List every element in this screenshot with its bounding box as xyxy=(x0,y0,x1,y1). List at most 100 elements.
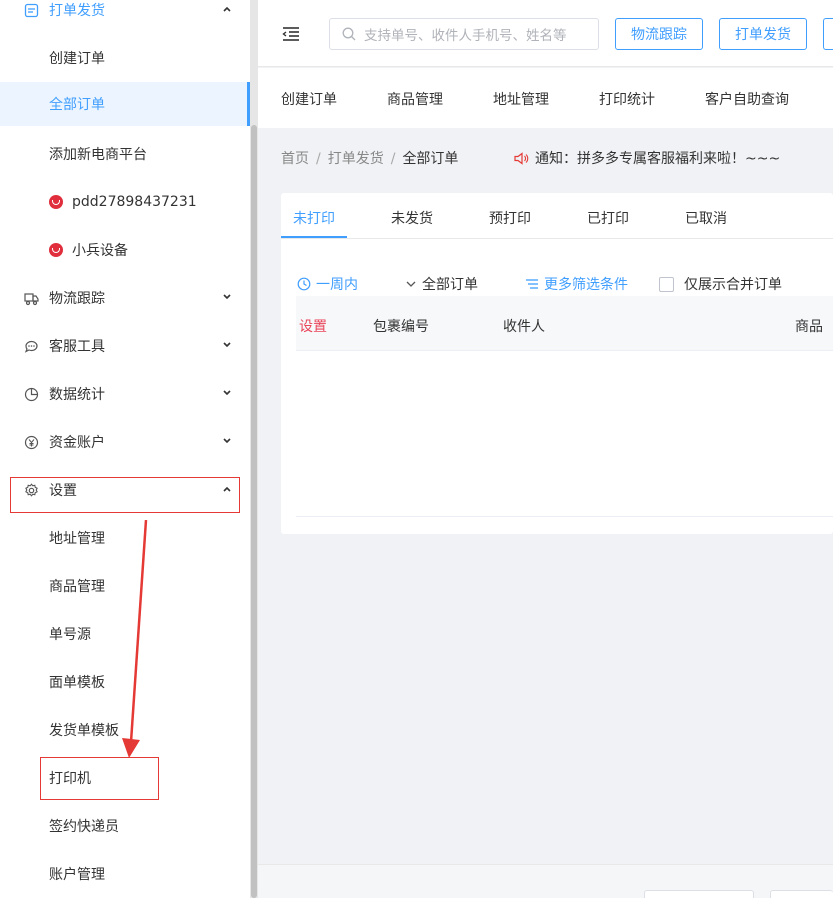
chevron-down-icon xyxy=(406,281,416,287)
th-recipient: 收件人 xyxy=(503,319,545,335)
tab-preprint[interactable]: 预打印 xyxy=(489,208,531,228)
sidebar-item-label: 物流跟踪 xyxy=(49,291,105,307)
search-input[interactable]: 支持单号、收件人手机号、姓名等 xyxy=(329,18,599,50)
table-header: 设置 包裹编号 收件人 商品 xyxy=(296,296,833,351)
sidebar-item-label: 地址管理 xyxy=(49,531,105,547)
clock-icon xyxy=(297,277,311,291)
topnav-goods[interactable]: 商品管理 xyxy=(387,89,443,109)
annotation-box-settings xyxy=(10,477,240,513)
search-icon xyxy=(342,27,356,41)
sidebar-item-funds[interactable]: 资金账户 xyxy=(0,418,250,466)
annotation-box-printer xyxy=(40,757,159,800)
footer-button-1[interactable] xyxy=(644,890,754,898)
table-settings-link[interactable]: 设置 xyxy=(299,316,327,336)
footer-action-bar xyxy=(258,864,833,898)
sidebar-item-label: 数据统计 xyxy=(49,387,105,403)
merged-only-checkbox[interactable] xyxy=(659,276,674,292)
sidebar-item-account[interactable]: 账户管理 xyxy=(0,850,250,898)
filter-order-status-label: 全部订单 xyxy=(422,277,478,293)
pdd-logo-icon xyxy=(49,243,63,257)
notice-bar[interactable]: 通知：拼多多专属客服福利来啦！~~~ xyxy=(514,148,780,168)
sidebar-item-courier[interactable]: 签约快递员 xyxy=(0,802,250,850)
footer-button-2[interactable] xyxy=(770,890,833,898)
orders-card: 未打印 未发货 预打印 已打印 已取消 一周内 全部订单 更多筛选条件 仅展示合… xyxy=(281,193,833,534)
sidebar-item-label: 商品管理 xyxy=(49,579,105,595)
sidebar-item-add-platform[interactable]: 添加新电商平台 xyxy=(0,130,250,178)
merged-only-toggle[interactable]: 仅展示合并订单 xyxy=(659,274,782,294)
sidebar-scrollbar-thumb[interactable] xyxy=(251,125,257,898)
sidebar-item-invoice-template[interactable]: 发货单模板 xyxy=(0,706,250,754)
pie-chart-icon xyxy=(23,386,39,402)
truck-icon xyxy=(23,290,39,306)
sidebar: 打单发货 创建订单 全部订单 添加新电商平台 pdd27898437231 小兵… xyxy=(0,0,252,898)
chevron-down-icon xyxy=(223,342,231,348)
sidebar-item-create-order[interactable]: 创建订单 xyxy=(0,34,250,82)
top-nav: 创建订单 商品管理 地址管理 打印统计 客户自助查询 xyxy=(258,68,833,128)
chevron-down-icon xyxy=(223,390,231,396)
print-ship-button[interactable]: 打单发货 xyxy=(719,18,807,50)
chevron-down-icon xyxy=(223,294,231,300)
chat-icon xyxy=(23,338,39,354)
tab-unprinted[interactable]: 未打印 xyxy=(293,208,335,228)
sidebar-group-shipping[interactable]: 打单发货 xyxy=(0,0,250,34)
sidebar-item-label: 全部订单 xyxy=(49,97,105,113)
sidebar-item-goods[interactable]: 商品管理 xyxy=(0,562,250,610)
sidebar-item-label: 创建订单 xyxy=(49,51,105,67)
sidebar-item-label: 添加新电商平台 xyxy=(49,147,147,163)
filter-more-label: 更多筛选条件 xyxy=(544,277,628,293)
speaker-icon xyxy=(514,151,529,165)
topnav-create-order[interactable]: 创建订单 xyxy=(281,89,337,109)
logistics-button[interactable]: 物流跟踪 xyxy=(615,18,703,50)
order-tabs: 未打印 未发货 预打印 已打印 已取消 xyxy=(281,193,833,239)
breadcrumb-shipping[interactable]: 打单发货 xyxy=(328,151,384,167)
topnav-print-stats[interactable]: 打印统计 xyxy=(599,89,655,109)
print-ship-button-label: 打单发货 xyxy=(735,27,791,43)
tab-cancelled[interactable]: 已取消 xyxy=(685,208,727,228)
sidebar-item-label: 客服工具 xyxy=(49,339,105,355)
sidebar-item-logistics[interactable]: 物流跟踪 xyxy=(0,274,250,322)
sidebar-group-label: 打单发货 xyxy=(49,3,105,19)
breadcrumb-separator: / xyxy=(390,151,396,167)
menu-fold-icon[interactable] xyxy=(282,26,300,42)
th-package-no: 包裹编号 xyxy=(373,319,429,335)
yuan-icon xyxy=(23,434,39,450)
tab-active-indicator xyxy=(281,236,347,238)
th-goods: 商品 xyxy=(795,319,823,335)
pdd-logo-icon xyxy=(49,195,63,209)
sidebar-item-label: 资金账户 xyxy=(49,435,105,451)
filter-period[interactable]: 一周内 xyxy=(297,274,358,294)
sidebar-item-waybill-template[interactable]: 面单模板 xyxy=(0,658,250,706)
sidebar-item-customer-service[interactable]: 客服工具 xyxy=(0,322,250,370)
tab-printed[interactable]: 已打印 xyxy=(587,208,629,228)
sidebar-item-label: 签约快递员 xyxy=(49,819,119,835)
sidebar-item-label: 小兵设备 xyxy=(72,243,128,259)
sidebar-item-label: 发货单模板 xyxy=(49,723,119,739)
chevron-down-icon xyxy=(223,438,231,444)
filter-period-label: 一周内 xyxy=(316,277,358,293)
merged-only-label: 仅展示合并订单 xyxy=(684,277,782,293)
breadcrumb: 首页 / 打单发货 / 全部订单 xyxy=(281,148,458,168)
chevron-up-icon xyxy=(223,6,231,12)
top-header: 支持单号、收件人手机号、姓名等 物流跟踪 打单发货 xyxy=(258,0,833,67)
sidebar-item-tracking-source[interactable]: 单号源 xyxy=(0,610,250,658)
sidebar-item-shop-pdd[interactable]: pdd27898437231 xyxy=(0,178,250,226)
header-more-button[interactable] xyxy=(823,18,833,50)
topnav-self-query[interactable]: 客户自助查询 xyxy=(705,89,789,109)
sidebar-item-label: pdd27898437231 xyxy=(72,194,197,210)
sidebar-item-statistics[interactable]: 数据统计 xyxy=(0,370,250,418)
sidebar-item-shop-xiaobing[interactable]: 小兵设备 xyxy=(0,226,250,274)
sidebar-item-label: 单号源 xyxy=(49,627,91,643)
sidebar-item-label: 面单模板 xyxy=(49,675,105,691)
search-placeholder: 支持单号、收件人手机号、姓名等 xyxy=(364,28,567,44)
filter-more[interactable]: 更多筛选条件 xyxy=(525,274,628,294)
sidebar-item-label: 账户管理 xyxy=(49,867,105,883)
breadcrumb-home[interactable]: 首页 xyxy=(281,151,309,167)
breadcrumb-separator: / xyxy=(316,151,321,167)
tab-unshipped[interactable]: 未发货 xyxy=(391,208,433,228)
sidebar-item-all-orders[interactable]: 全部订单 xyxy=(0,82,250,126)
filter-order-status[interactable]: 全部订单 xyxy=(405,274,478,294)
sidebar-item-address[interactable]: 地址管理 xyxy=(0,514,250,562)
breadcrumb-current: 全部订单 xyxy=(402,151,459,167)
notice-text: 通知：拼多多专属客服福利来啦！~~~ xyxy=(535,151,781,167)
topnav-address[interactable]: 地址管理 xyxy=(493,89,549,109)
